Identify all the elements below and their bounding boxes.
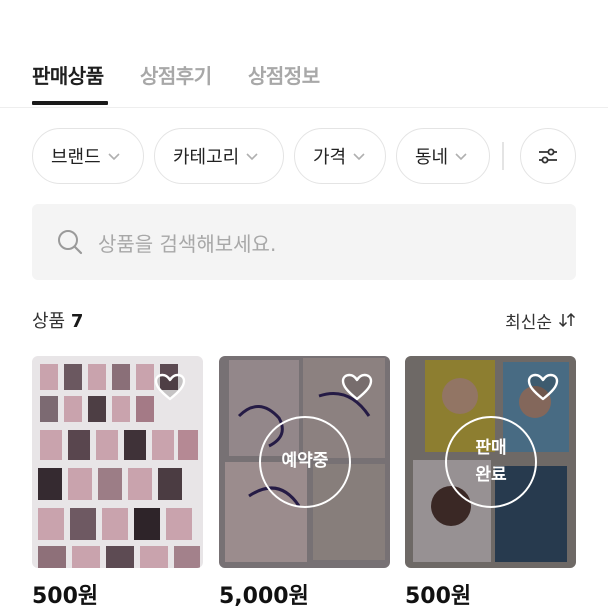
filter-settings-button[interactable] xyxy=(520,128,576,184)
list-header: 상품 7 최신순 xyxy=(32,306,576,334)
category-filter-label: 카테고리 xyxy=(173,147,240,168)
product-card[interactable]: 판매 완료 500원 xyxy=(405,356,576,608)
product-price: 500원 xyxy=(405,584,472,608)
tab-info[interactable]: 상점정보 xyxy=(248,60,320,89)
tab-products[interactable]: 판매상품 xyxy=(32,60,104,89)
product-price: 5,000원 xyxy=(219,584,309,608)
category-filter-chip[interactable]: 카테고리 xyxy=(154,128,284,184)
product-image: 예약중 xyxy=(219,356,390,568)
product-count-label: 상품 xyxy=(32,311,66,332)
sold-out-status-badge: 판매 완료 xyxy=(445,416,537,508)
product-count-value: 7 xyxy=(70,311,84,332)
store-tabs: 판매상품 상점후기 상점정보 xyxy=(0,0,608,108)
product-image: 판매 완료 xyxy=(405,356,576,568)
filter-bar: 브랜드 카테고리 가격 동네 xyxy=(0,128,608,184)
product-search-input[interactable]: 상품을 검색해보세요. xyxy=(32,204,576,280)
heart-icon[interactable] xyxy=(526,372,560,402)
chevron-down-icon xyxy=(455,153,467,161)
search-icon xyxy=(58,230,83,255)
chevron-down-icon xyxy=(246,153,258,161)
product-price: 500원 xyxy=(32,584,99,608)
heart-icon[interactable] xyxy=(153,372,187,402)
sort-label: 최신순 xyxy=(505,312,552,333)
sliders-icon xyxy=(539,148,557,164)
sort-button[interactable]: 최신순 xyxy=(505,308,576,333)
product-card[interactable]: 예약중 5,000원 xyxy=(219,356,390,608)
sort-arrows-icon xyxy=(558,312,576,328)
filter-divider xyxy=(502,142,504,170)
price-filter-label: 가격 xyxy=(313,147,347,168)
neighborhood-filter-chip[interactable]: 동네 xyxy=(396,128,490,184)
reserved-status-badge: 예약중 xyxy=(259,416,351,508)
chevron-down-icon xyxy=(353,153,365,161)
tab-reviews[interactable]: 상점후기 xyxy=(140,60,212,89)
price-filter-chip[interactable]: 가격 xyxy=(294,128,386,184)
product-card[interactable]: 500원 xyxy=(32,356,203,608)
heart-icon[interactable] xyxy=(340,372,374,402)
chevron-down-icon xyxy=(108,153,120,161)
search-placeholder: 상품을 검색해보세요. xyxy=(98,231,277,256)
neighborhood-filter-label: 동네 xyxy=(415,147,449,168)
product-image xyxy=(32,356,203,568)
product-count: 상품 7 xyxy=(32,307,83,333)
active-tab-indicator xyxy=(32,101,108,105)
brand-filter-chip[interactable]: 브랜드 xyxy=(32,128,144,184)
brand-filter-label: 브랜드 xyxy=(51,147,101,168)
